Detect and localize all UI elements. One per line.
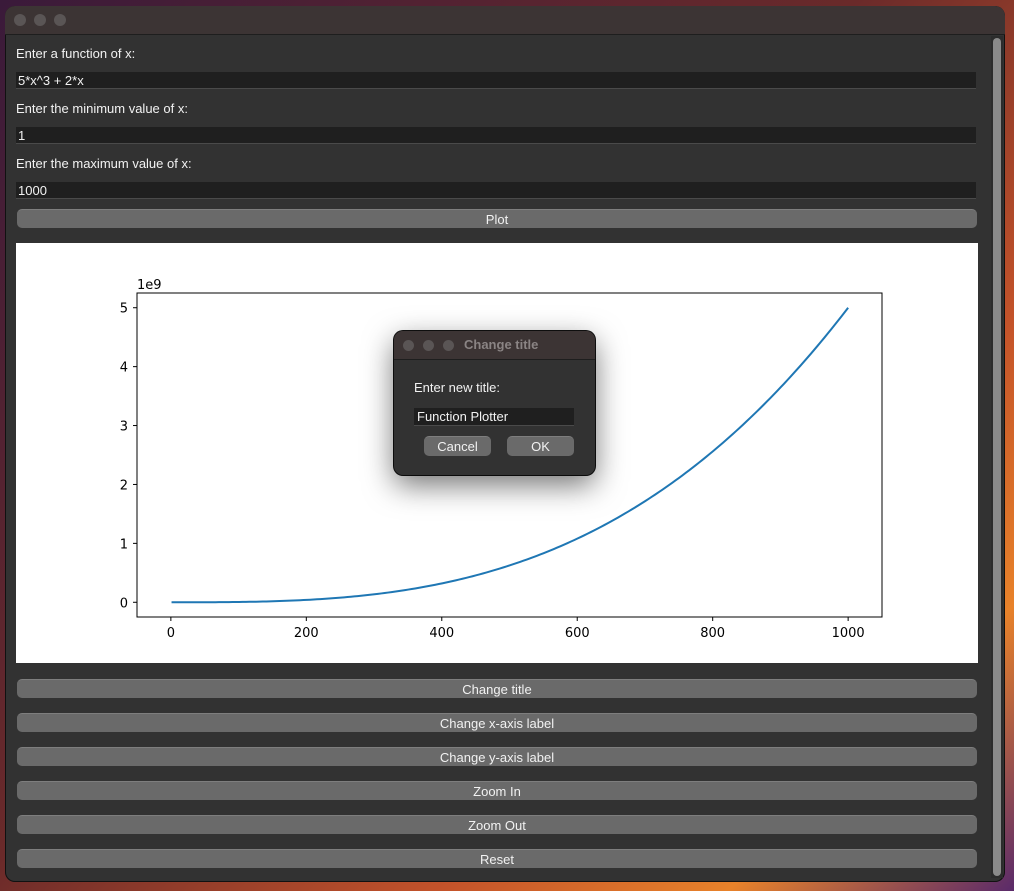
window-titlebar — [5, 6, 1005, 35]
y-axis: 0 1 2 3 4 5 — [120, 302, 137, 611]
plot-button[interactable]: Plot — [17, 209, 977, 228]
change-title-button[interactable]: Change title — [17, 679, 977, 698]
change-x-axis-label-button[interactable]: Change x-axis label — [17, 713, 977, 732]
min-x-label: Enter the minimum value of x: — [16, 101, 188, 116]
scrollbar-thumb[interactable] — [993, 38, 1001, 876]
cancel-button[interactable]: Cancel — [424, 436, 491, 456]
y-tick-label: 4 — [120, 361, 128, 376]
y-tick-label: 0 — [120, 596, 128, 611]
x-tick-label: 0 — [167, 626, 175, 641]
reset-button[interactable]: Reset — [17, 849, 977, 868]
change-title-dialog: Change title Enter new title: Function P… — [394, 331, 595, 475]
y-tick-label: 5 — [120, 302, 128, 317]
max-x-input[interactable]: 1000 — [16, 182, 976, 199]
y-tick-label: 3 — [120, 420, 128, 435]
dialog-prompt: Enter new title: — [414, 380, 500, 395]
max-x-label: Enter the maximum value of x: — [16, 156, 192, 171]
min-x-input[interactable]: 1 — [16, 127, 976, 144]
y-multiplier-label: 1e9 — [137, 278, 162, 293]
zoom-out-button[interactable]: Zoom Out — [17, 815, 977, 834]
x-tick-label: 800 — [700, 626, 725, 641]
zoom-in-button[interactable]: Zoom In — [17, 781, 977, 800]
close-window-button[interactable] — [14, 14, 26, 26]
x-tick-label: 1000 — [832, 626, 865, 641]
ok-button[interactable]: OK — [507, 436, 574, 456]
y-tick-label: 1 — [120, 537, 128, 552]
dialog-titlebar: Change title — [394, 331, 595, 360]
x-tick-label: 200 — [294, 626, 319, 641]
x-axis: 0 200 400 600 800 1000 — [167, 617, 865, 641]
zoom-window-button[interactable] — [54, 14, 66, 26]
dialog-title: Change title — [464, 337, 539, 352]
change-y-axis-label-button[interactable]: Change y-axis label — [17, 747, 977, 766]
x-tick-label: 400 — [429, 626, 454, 641]
dialog-close-button[interactable] — [403, 340, 414, 351]
dialog-minimize-button[interactable] — [423, 340, 434, 351]
function-label: Enter a function of x: — [16, 46, 136, 61]
y-tick-label: 2 — [120, 478, 128, 493]
dialog-zoom-button[interactable] — [443, 340, 454, 351]
function-input[interactable]: 5*x^3 + 2*x — [16, 72, 976, 89]
new-title-input[interactable]: Function Plotter — [414, 408, 574, 426]
minimize-window-button[interactable] — [34, 14, 46, 26]
x-tick-label: 600 — [565, 626, 590, 641]
